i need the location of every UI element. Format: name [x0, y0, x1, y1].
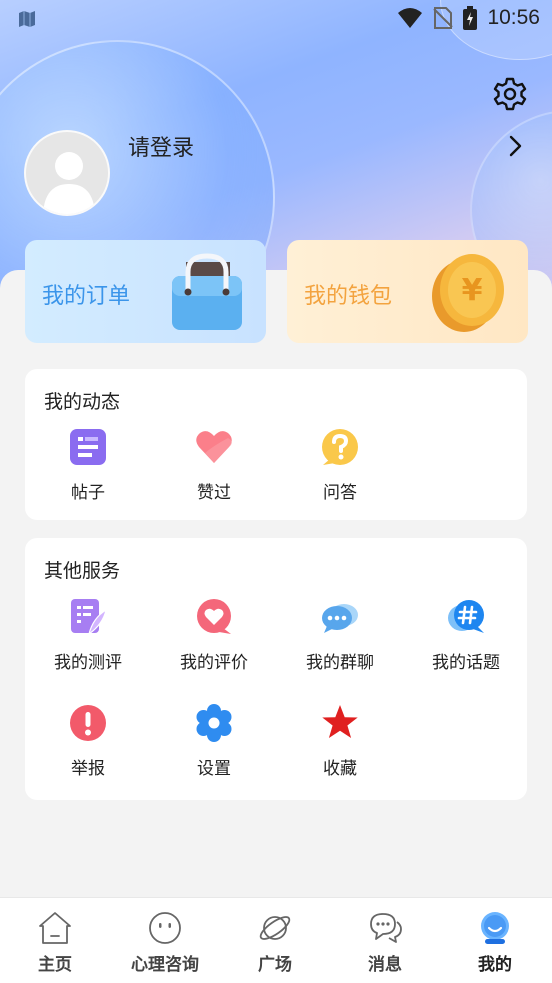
- settings-item[interactable]: 设置: [151, 704, 277, 779]
- my-review-item[interactable]: 我的评价: [151, 598, 277, 673]
- topic-icon: [448, 600, 484, 633]
- my-dynamics-section: 我的动态 帖子 赞过 问答: [25, 369, 527, 520]
- report-icon: [70, 705, 106, 741]
- liked-label: 赞过: [197, 483, 231, 503]
- my-assessment-item[interactable]: 我的测评: [25, 598, 151, 673]
- qa-item[interactable]: 问答: [277, 428, 403, 503]
- group-chat-icon: [322, 604, 358, 633]
- section-title: 我的动态: [44, 391, 121, 413]
- tab-home-label: 主页: [38, 955, 72, 975]
- home-icon: [39, 912, 71, 944]
- coin-yen-symbol: ¥: [462, 273, 483, 308]
- settings-flower-icon: [196, 704, 232, 742]
- star-icon: [322, 705, 358, 738]
- my-group-chat-label: 我的群聊: [306, 653, 374, 673]
- shopping-bag-icon: [172, 253, 242, 330]
- my-assessment-label: 我的测评: [54, 653, 122, 673]
- status-bar: 10:56: [0, 0, 552, 38]
- review-icon: [197, 599, 231, 634]
- chevron-right-icon[interactable]: [504, 134, 528, 158]
- post-icon: [70, 429, 106, 465]
- tab-me[interactable]: 我的: [440, 898, 550, 983]
- avatar[interactable]: [24, 130, 110, 216]
- message-icon: [370, 913, 402, 943]
- status-icons: 10:56: [397, 6, 540, 30]
- tab-home[interactable]: 主页: [0, 898, 110, 983]
- favorites-item[interactable]: 收藏: [277, 704, 403, 779]
- tab-messages[interactable]: 消息: [330, 898, 440, 983]
- heart-icon: [196, 431, 232, 463]
- tab-counseling[interactable]: 心理咨询: [110, 898, 220, 983]
- battery-charging-icon: [463, 6, 478, 30]
- no-sim-icon: [433, 7, 454, 29]
- counsel-icon: [149, 912, 181, 944]
- my-topic-item[interactable]: 我的话题: [403, 598, 529, 673]
- section-title: 其他服务: [44, 560, 121, 582]
- gold-coin-icon: ¥: [432, 254, 504, 332]
- my-review-label: 我的评价: [180, 653, 248, 673]
- tab-me-label: 我的: [478, 955, 512, 975]
- report-item[interactable]: 举报: [25, 704, 151, 779]
- liked-item[interactable]: 赞过: [151, 428, 277, 503]
- my-wallet-label: 我的钱包: [304, 284, 393, 309]
- assessment-icon: [71, 599, 107, 636]
- bottom-tab-bar: 主页 心理咨询 广场 消息 我的: [0, 897, 552, 983]
- posts-label: 帖子: [71, 483, 105, 503]
- favorites-label: 收藏: [323, 759, 357, 779]
- wifi-icon: [398, 8, 423, 28]
- other-services-section: 其他服务 我的测评 我的评价 我的群聊 我的话题 举报 设置 收藏: [25, 538, 527, 800]
- my-wallet-card[interactable]: 我的钱包 ¥: [287, 240, 528, 343]
- question-icon: [322, 429, 358, 465]
- tab-counseling-label: 心理咨询: [131, 955, 199, 975]
- my-topic-label: 我的话题: [432, 653, 500, 673]
- settings-label: 设置: [197, 759, 231, 779]
- default-user-icon: [43, 152, 95, 214]
- me-icon: [481, 912, 509, 944]
- tab-square[interactable]: 广场: [220, 898, 330, 983]
- my-orders-card[interactable]: 我的订单: [25, 240, 266, 343]
- planet-icon: [259, 916, 291, 940]
- posts-item[interactable]: 帖子: [25, 428, 151, 503]
- my-orders-label: 我的订单: [42, 284, 131, 309]
- report-label: 举报: [71, 759, 105, 779]
- tab-square-label: 广场: [258, 955, 292, 975]
- gear-icon[interactable]: [492, 76, 528, 112]
- login-link[interactable]: 请登录: [128, 130, 194, 162]
- my-group-chat-item[interactable]: 我的群聊: [277, 598, 403, 673]
- qa-label: 问答: [323, 483, 357, 503]
- map-notification-icon: [19, 11, 35, 27]
- tab-messages-label: 消息: [368, 955, 402, 975]
- status-time: 10:56: [487, 6, 540, 29]
